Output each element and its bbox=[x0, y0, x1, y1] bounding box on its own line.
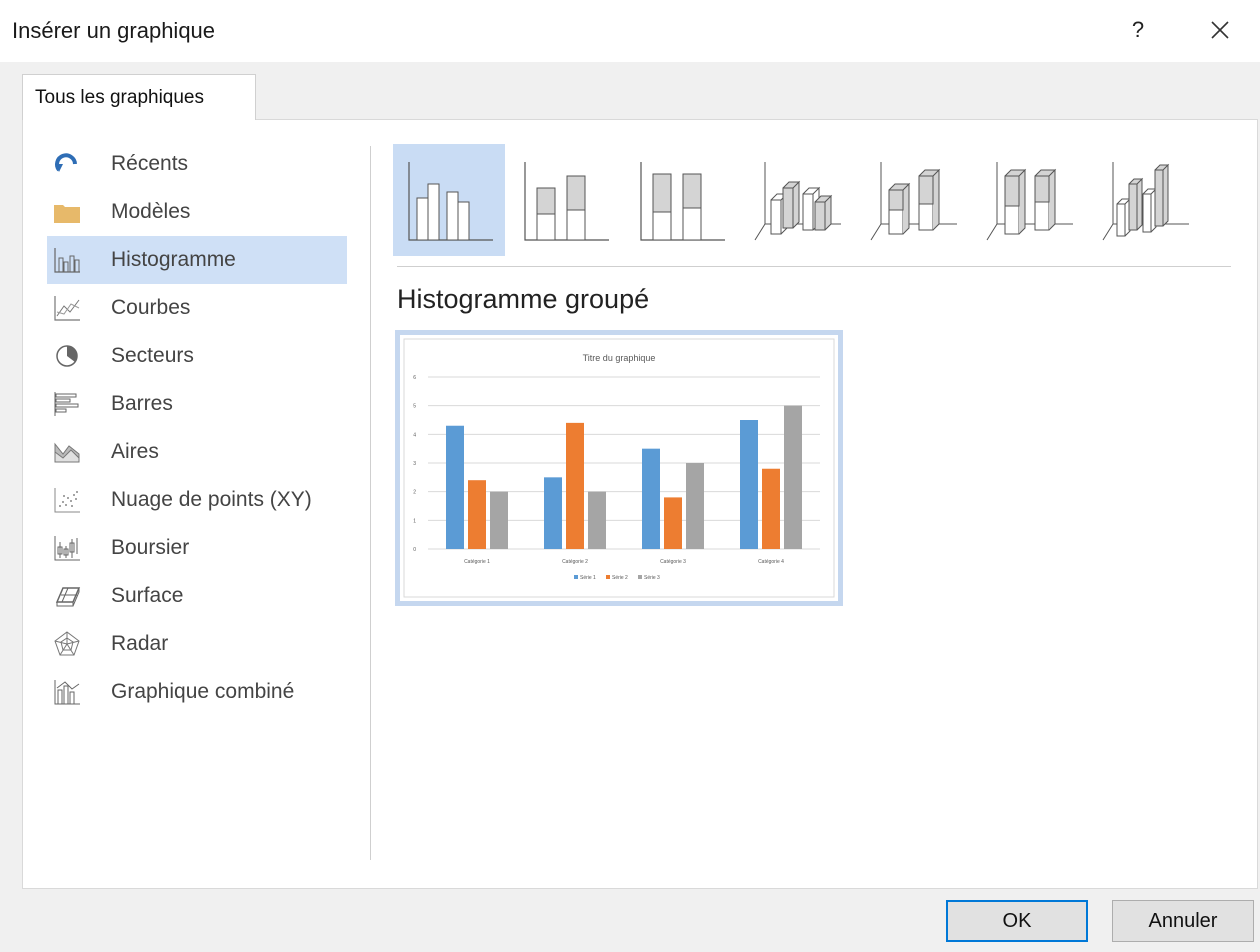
category-recents[interactable]: Récents bbox=[47, 140, 347, 188]
bar bbox=[490, 491, 508, 549]
bar bbox=[686, 463, 704, 549]
bar bbox=[468, 480, 486, 549]
category-histogramme[interactable]: Histogramme bbox=[47, 236, 347, 284]
bar bbox=[588, 491, 606, 549]
subtype-stacked-column[interactable] bbox=[509, 144, 621, 256]
bar bbox=[566, 422, 584, 549]
category-boursier[interactable]: Boursier bbox=[47, 524, 347, 572]
3d-clustered-column-icon bbox=[754, 162, 841, 241]
area-chart-icon bbox=[54, 442, 80, 463]
folder-icon bbox=[54, 205, 80, 223]
subtype-clustered-column[interactable] bbox=[393, 144, 505, 256]
3d-stacked-100-column-icon bbox=[986, 162, 1073, 241]
cancel-button[interactable]: Annuler bbox=[1112, 900, 1254, 942]
category-label: Récents bbox=[111, 152, 189, 175]
bar bbox=[544, 477, 562, 549]
bar bbox=[642, 448, 660, 549]
chart-category-list: Récents Modèles Histogramme Courbes Sect… bbox=[47, 140, 347, 716]
category-label: Histogramme bbox=[111, 248, 236, 271]
category-label: Secteurs bbox=[111, 344, 194, 367]
bar-chart-icon bbox=[54, 392, 79, 416]
category-label: Boursier bbox=[111, 536, 190, 559]
radar-chart-icon bbox=[54, 631, 80, 656]
horizontal-divider bbox=[397, 266, 1231, 267]
column-chart-icon bbox=[54, 248, 80, 273]
bar bbox=[664, 497, 682, 549]
surface-chart-icon bbox=[55, 587, 81, 607]
category-graphique-combine[interactable]: Graphique combiné bbox=[47, 668, 347, 716]
stock-chart-icon bbox=[54, 536, 80, 561]
recent-icon bbox=[55, 153, 77, 172]
legend-swatch bbox=[606, 575, 610, 579]
vertical-divider bbox=[370, 146, 371, 860]
preview-chart: Titre du graphique 0 1 2 3 4 5 6 Catégorie 1 Ca… bbox=[403, 338, 835, 598]
scatter-chart-icon bbox=[54, 488, 80, 513]
y-tick-label: 1 bbox=[413, 518, 416, 524]
y-tick-label: 3 bbox=[413, 461, 416, 467]
bar bbox=[740, 420, 758, 549]
legend-swatch bbox=[638, 575, 642, 579]
x-tick-label: Catégorie 1 bbox=[464, 559, 490, 565]
y-tick-label: 4 bbox=[413, 432, 416, 438]
x-tick-label: Catégorie 4 bbox=[758, 559, 784, 565]
legend-label: Série 3 bbox=[644, 575, 660, 581]
x-tick-label: Catégorie 2 bbox=[562, 559, 588, 565]
category-aires[interactable]: Aires bbox=[47, 428, 347, 476]
combo-chart-icon bbox=[54, 680, 80, 705]
stacked-100-column-icon bbox=[640, 162, 725, 241]
y-tick-label: 6 bbox=[413, 375, 416, 381]
3d-stacked-column-icon bbox=[870, 162, 957, 241]
stacked-column-icon bbox=[524, 162, 609, 241]
category-label: Nuage de points (XY) bbox=[111, 488, 312, 511]
category-surface[interactable]: Surface bbox=[47, 572, 347, 620]
tab-all-charts[interactable]: Tous les graphiques bbox=[22, 74, 256, 120]
legend-label: Série 2 bbox=[612, 575, 628, 581]
3d-column-icon bbox=[1102, 162, 1189, 241]
help-button[interactable]: ? bbox=[1124, 14, 1152, 46]
tab-label: Tous les graphiques bbox=[35, 87, 204, 108]
bar bbox=[446, 425, 464, 549]
subtype-3d-stacked-100-column[interactable] bbox=[973, 144, 1085, 256]
y-tick-label: 0 bbox=[413, 547, 416, 553]
category-label: Modèles bbox=[111, 200, 191, 223]
category-label: Radar bbox=[111, 632, 169, 655]
y-tick-label: 5 bbox=[413, 404, 416, 410]
chart-title: Titre du graphique bbox=[583, 353, 656, 363]
subtype-3d-column[interactable] bbox=[1089, 144, 1201, 256]
category-radar[interactable]: Radar bbox=[47, 620, 347, 668]
category-label: Barres bbox=[111, 392, 173, 415]
subtype-stacked-100-column[interactable] bbox=[625, 144, 737, 256]
category-label: Aires bbox=[111, 440, 159, 463]
dialog-title: Insérer un graphique bbox=[12, 18, 216, 43]
pie-chart-icon bbox=[56, 345, 78, 367]
y-tick-label: 2 bbox=[413, 490, 416, 496]
close-icon bbox=[1211, 21, 1229, 39]
close-button[interactable] bbox=[1202, 12, 1238, 48]
category-label: Graphique combiné bbox=[111, 680, 295, 703]
x-tick-label: Catégorie 3 bbox=[660, 559, 686, 565]
legend-label: Série 1 bbox=[580, 575, 596, 581]
chart-preview[interactable]: Titre du graphique 0 1 2 3 4 5 6 Catégorie 1 Ca… bbox=[395, 330, 843, 606]
title-bar: Insérer un graphique ? bbox=[0, 0, 1260, 62]
main-panel: Récents Modèles Histogramme Courbes Sect… bbox=[22, 119, 1258, 889]
selected-chart-type-title: Histogramme groupé bbox=[397, 284, 650, 314]
category-label: Surface bbox=[111, 584, 184, 607]
legend-swatch bbox=[574, 575, 578, 579]
category-modeles[interactable]: Modèles bbox=[47, 188, 347, 236]
clustered-column-icon bbox=[408, 162, 493, 241]
subtype-3d-stacked-column[interactable] bbox=[857, 144, 969, 256]
category-nuage-de-points[interactable]: Nuage de points (XY) bbox=[47, 476, 347, 524]
bar bbox=[762, 468, 780, 549]
category-label: Courbes bbox=[111, 296, 191, 319]
ok-button[interactable]: OK bbox=[946, 900, 1088, 942]
category-barres[interactable]: Barres bbox=[47, 380, 347, 428]
subtype-3d-clustered-column[interactable] bbox=[741, 144, 853, 256]
bar bbox=[784, 405, 802, 549]
category-secteurs[interactable]: Secteurs bbox=[47, 332, 347, 380]
line-chart-icon bbox=[54, 296, 80, 321]
category-courbes[interactable]: Courbes bbox=[47, 284, 347, 332]
